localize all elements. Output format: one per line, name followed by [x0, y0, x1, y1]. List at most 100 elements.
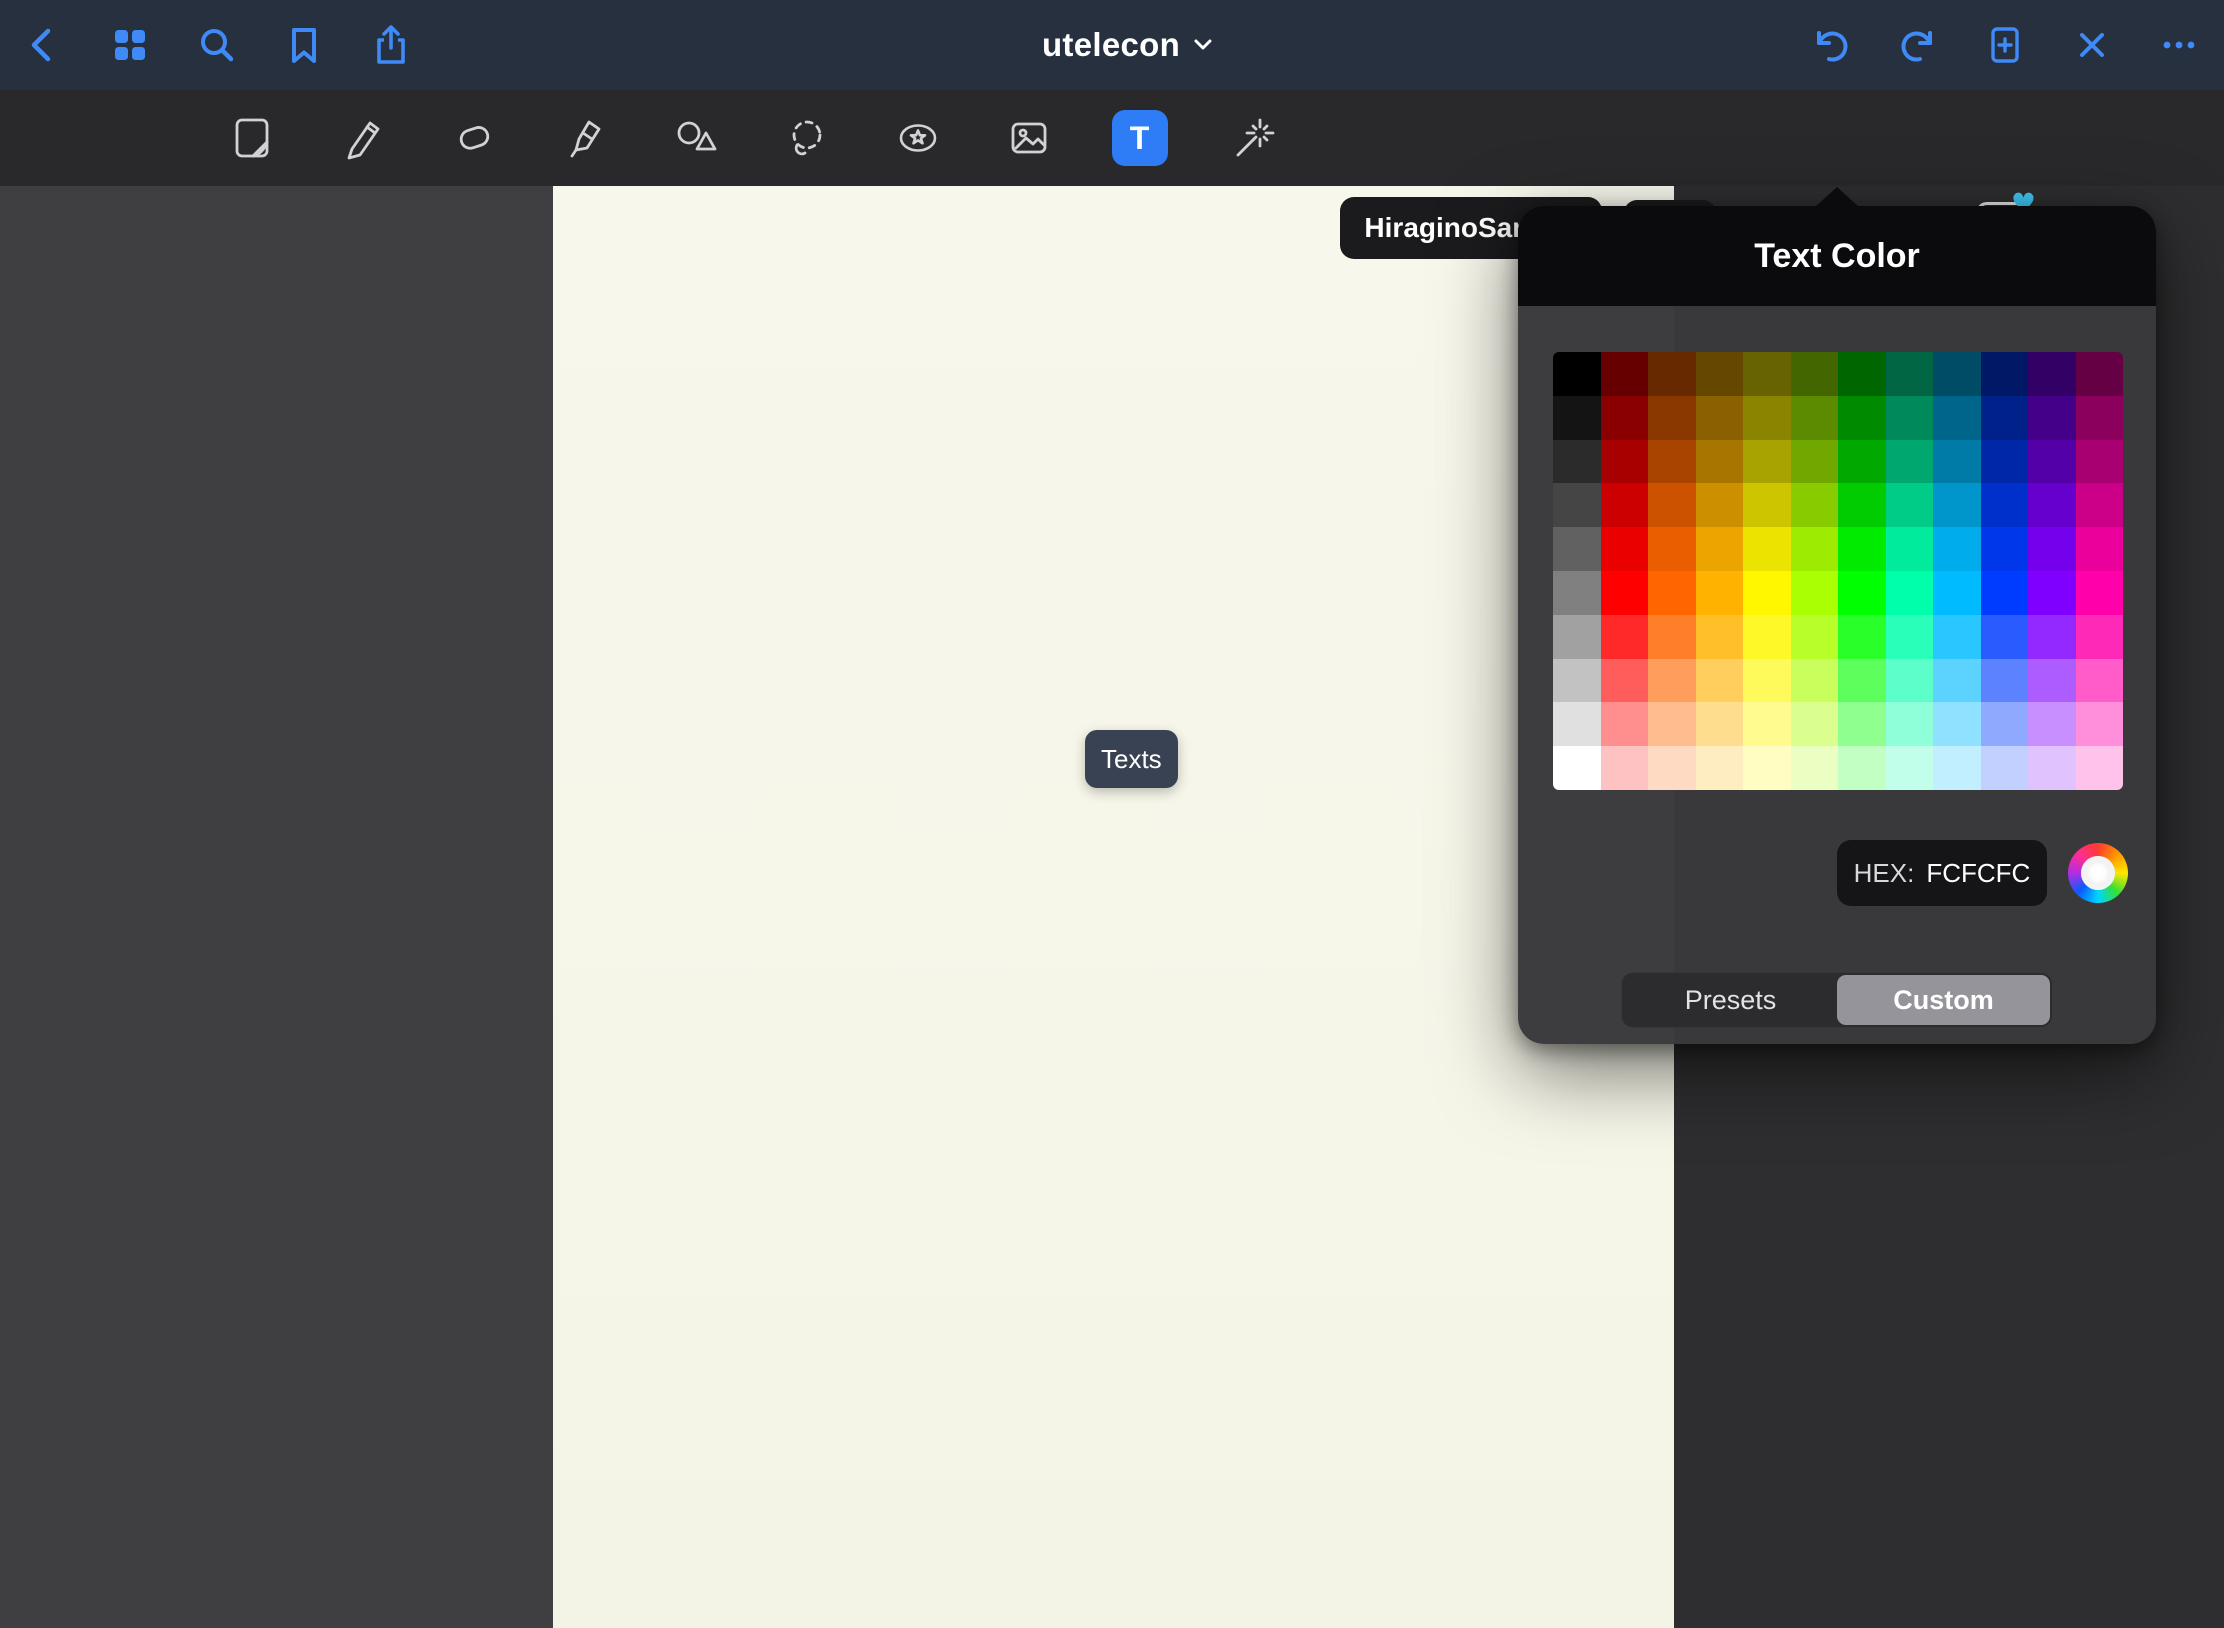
- document-title[interactable]: utelecon: [1042, 0, 1214, 90]
- color-swatch[interactable]: [1553, 746, 1601, 790]
- color-swatch[interactable]: [1696, 396, 1744, 440]
- color-swatch[interactable]: [1743, 659, 1791, 703]
- color-swatch[interactable]: [1601, 352, 1649, 396]
- color-swatch[interactable]: [1648, 571, 1696, 615]
- note-page[interactable]: [553, 186, 1674, 1628]
- color-swatch[interactable]: [1838, 483, 1886, 527]
- color-swatch[interactable]: [1886, 527, 1934, 571]
- color-swatch[interactable]: [1933, 352, 1981, 396]
- color-swatch[interactable]: [1743, 352, 1791, 396]
- color-swatch[interactable]: [1791, 440, 1839, 484]
- color-swatch[interactable]: [1648, 746, 1696, 790]
- laser-tool-button[interactable]: [1195, 90, 1306, 186]
- color-swatch[interactable]: [1648, 659, 1696, 703]
- color-swatch[interactable]: [1743, 746, 1791, 790]
- color-swatch[interactable]: [2028, 571, 2076, 615]
- color-swatch[interactable]: [1648, 396, 1696, 440]
- color-swatch[interactable]: [1696, 571, 1744, 615]
- color-swatch[interactable]: [1601, 396, 1649, 440]
- color-swatch[interactable]: [1981, 746, 2029, 790]
- color-swatch[interactable]: [1553, 396, 1601, 440]
- color-swatch[interactable]: [1696, 659, 1744, 703]
- color-swatch[interactable]: [1981, 702, 2029, 746]
- color-swatch[interactable]: [1886, 659, 1934, 703]
- undo-button[interactable]: [1809, 23, 1853, 67]
- color-swatch[interactable]: [1743, 483, 1791, 527]
- selected-text-object[interactable]: Texts: [1085, 730, 1178, 788]
- color-swatch[interactable]: [1791, 571, 1839, 615]
- color-swatch[interactable]: [1696, 352, 1744, 396]
- eraser-tool-button[interactable]: [418, 90, 529, 186]
- color-swatch[interactable]: [1981, 615, 2029, 659]
- color-swatch[interactable]: [1886, 483, 1934, 527]
- color-swatch[interactable]: [2028, 483, 2076, 527]
- color-swatch[interactable]: [1743, 396, 1791, 440]
- add-page-button[interactable]: [1983, 23, 2027, 67]
- color-swatch[interactable]: [1601, 440, 1649, 484]
- color-swatch[interactable]: [2076, 702, 2124, 746]
- color-swatch[interactable]: [1791, 396, 1839, 440]
- color-swatch[interactable]: [1886, 702, 1934, 746]
- color-swatch[interactable]: [1791, 527, 1839, 571]
- color-swatch[interactable]: [1696, 615, 1744, 659]
- color-swatch[interactable]: [2076, 527, 2124, 571]
- color-swatch[interactable]: [1933, 659, 1981, 703]
- color-swatch[interactable]: [1981, 440, 2029, 484]
- color-swatch[interactable]: [2076, 746, 2124, 790]
- color-swatch[interactable]: [1696, 527, 1744, 571]
- color-swatch[interactable]: [1743, 440, 1791, 484]
- color-swatch[interactable]: [1553, 615, 1601, 659]
- color-swatch[interactable]: [1933, 615, 1981, 659]
- color-swatch[interactable]: [1601, 483, 1649, 527]
- color-swatch[interactable]: [1981, 571, 2029, 615]
- color-swatch[interactable]: [1696, 440, 1744, 484]
- color-swatch[interactable]: [1648, 483, 1696, 527]
- color-swatch[interactable]: [1838, 352, 1886, 396]
- color-swatch[interactable]: [2028, 396, 2076, 440]
- color-swatch[interactable]: [1981, 527, 2029, 571]
- bookmark-button[interactable]: [282, 23, 326, 67]
- color-swatch[interactable]: [1838, 440, 1886, 484]
- color-swatch[interactable]: [1553, 702, 1601, 746]
- color-swatch[interactable]: [1601, 746, 1649, 790]
- color-swatch[interactable]: [1933, 396, 1981, 440]
- color-swatch[interactable]: [1601, 702, 1649, 746]
- color-swatch[interactable]: [1743, 615, 1791, 659]
- color-swatch[interactable]: [1838, 571, 1886, 615]
- color-swatch[interactable]: [1933, 527, 1981, 571]
- redo-button[interactable]: [1896, 23, 1940, 67]
- color-swatch[interactable]: [1648, 352, 1696, 396]
- color-swatch[interactable]: [1838, 615, 1886, 659]
- color-swatch[interactable]: [2076, 352, 2124, 396]
- color-swatch[interactable]: [1981, 659, 2029, 703]
- color-swatch[interactable]: [2076, 615, 2124, 659]
- color-swatch[interactable]: [1791, 746, 1839, 790]
- color-swatch[interactable]: [1601, 571, 1649, 615]
- color-swatch[interactable]: [2028, 440, 2076, 484]
- color-swatch[interactable]: [2028, 527, 2076, 571]
- color-swatch[interactable]: [1553, 483, 1601, 527]
- color-swatch[interactable]: [2028, 702, 2076, 746]
- color-swatch[interactable]: [2028, 746, 2076, 790]
- color-swatch[interactable]: [1886, 352, 1934, 396]
- color-swatch[interactable]: [2076, 440, 2124, 484]
- color-swatch[interactable]: [2028, 615, 2076, 659]
- hex-input[interactable]: HEX: FCFCFC: [1837, 840, 2047, 906]
- color-swatch[interactable]: [1933, 746, 1981, 790]
- color-swatch[interactable]: [1791, 483, 1839, 527]
- color-swatch[interactable]: [1933, 702, 1981, 746]
- color-swatch[interactable]: [1648, 615, 1696, 659]
- color-swatch[interactable]: [1886, 746, 1934, 790]
- color-swatch[interactable]: [1933, 483, 1981, 527]
- color-swatch[interactable]: [1838, 746, 1886, 790]
- color-swatch[interactable]: [1791, 702, 1839, 746]
- sticker-tool-button[interactable]: [862, 90, 973, 186]
- image-tool-button[interactable]: [973, 90, 1084, 186]
- color-swatch[interactable]: [2076, 659, 2124, 703]
- color-swatch[interactable]: [1696, 702, 1744, 746]
- color-swatch[interactable]: [1791, 615, 1839, 659]
- color-swatch[interactable]: [1981, 396, 2029, 440]
- close-button[interactable]: [2070, 23, 2114, 67]
- color-swatch[interactable]: [1648, 702, 1696, 746]
- color-swatch[interactable]: [1648, 440, 1696, 484]
